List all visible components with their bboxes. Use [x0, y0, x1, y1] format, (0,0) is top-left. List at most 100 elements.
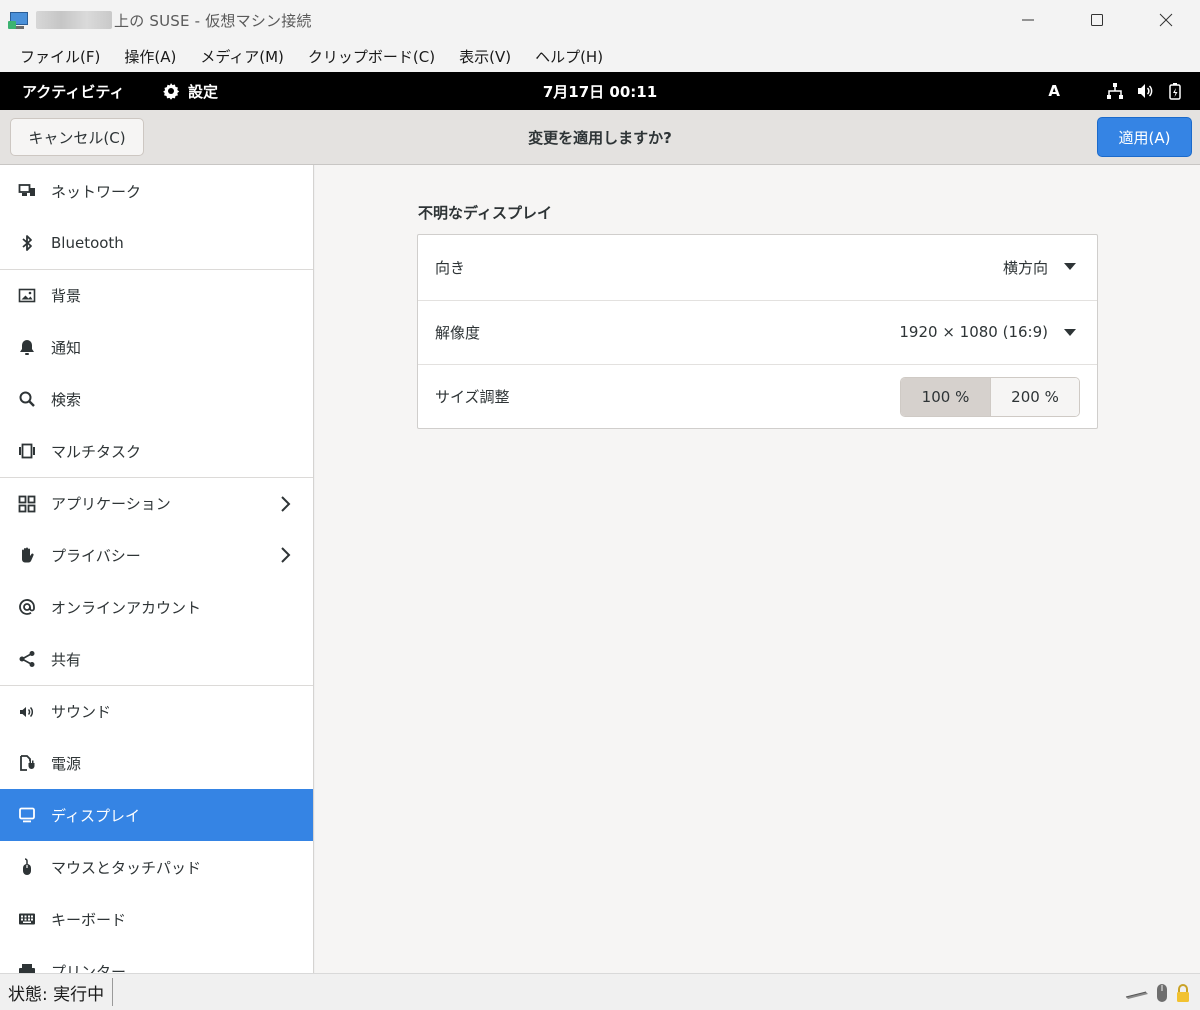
mouse-icon — [18, 858, 36, 876]
sidebar-item-label: ディスプレイ — [51, 806, 140, 825]
sidebar-item-label: プリンター — [51, 962, 127, 974]
sidebar-item-label: ネットワーク — [51, 182, 142, 201]
sidebar-item-applications[interactable]: アプリケーション — [0, 477, 313, 529]
orientation-value: 横方向 — [1002, 258, 1048, 277]
dropdown-arrow-icon — [1064, 328, 1076, 336]
menu-action[interactable]: 操作(A) — [112, 40, 188, 72]
monitor-name-heading: 不明なディスプレイ — [418, 204, 552, 222]
redacted-host-name — [36, 11, 112, 29]
sidebar-item-label: マルチタスク — [51, 442, 142, 461]
sidebar-item-online-accounts[interactable]: オンラインアカウント — [0, 581, 313, 633]
resolution-label: 解像度 — [435, 323, 481, 342]
scale-100-button[interactable]: 100 % — [901, 378, 990, 416]
vm-connection-app-icon — [8, 9, 30, 31]
sidebar-item-display[interactable]: ディスプレイ — [0, 789, 313, 841]
display-icon — [18, 806, 36, 824]
scale-row: サイズ調整 100 % 200 % — [418, 364, 1097, 429]
gnome-top-bar: アクティビティ 設定 7月17日 00:11 A — [0, 72, 1200, 110]
maximize-icon — [1090, 14, 1103, 26]
display-settings-page: 不明なディスプレイ 向き 横方向 解像度 1920 × 1080 (16:9) … — [315, 165, 1200, 973]
settings-sidebar: ネットワーク Bluetooth 背景 通知 検索 マルチタスク アプリケーショ… — [0, 165, 314, 973]
activities-button[interactable]: アクティビティ — [0, 81, 150, 102]
dropdown-arrow-icon — [1064, 263, 1076, 270]
vm-status-bar: 状態: 実行中 — [0, 973, 1200, 1010]
menu-file[interactable]: ファイル(F) — [8, 40, 112, 72]
scale-toggle-group: 100 % 200 % — [900, 377, 1080, 417]
printer-icon — [18, 962, 36, 973]
window-title: 上の SUSE - 仮想マシン接続 — [114, 11, 312, 30]
sidebar-item-label: 背景 — [51, 287, 82, 305]
battery-icon — [1169, 83, 1181, 100]
sidebar-item-notifications[interactable]: 通知 — [0, 321, 313, 373]
status-icons — [1120, 982, 1192, 1004]
sidebar-item-multitasking[interactable]: マルチタスク — [0, 425, 313, 477]
multitask-icon — [18, 442, 36, 460]
background-icon — [18, 287, 36, 305]
headerbar-title: 変更を適用しますか? — [528, 128, 672, 147]
window-controls — [993, 0, 1200, 40]
resolution-row[interactable]: 解像度 1920 × 1080 (16:9) — [418, 299, 1097, 365]
scale-200-button[interactable]: 200 % — [990, 378, 1079, 416]
cancel-button[interactable]: キャンセル(C) — [10, 118, 144, 156]
bluetooth-icon — [18, 234, 36, 252]
apps-grid-icon — [18, 495, 36, 513]
sidebar-item-search[interactable]: 検索 — [0, 373, 313, 425]
apply-button[interactable]: 適用(A) — [1097, 117, 1192, 157]
sidebar-item-mouse-touchpad[interactable]: マウスとタッチパッド — [0, 841, 313, 893]
app-menu-label: 設定 — [188, 82, 219, 101]
menu-media[interactable]: メディア(M) — [188, 40, 296, 72]
volume-icon — [1138, 84, 1153, 98]
window-titlebar: 上の SUSE - 仮想マシン接続 — [0, 0, 1200, 40]
sidebar-item-background[interactable]: 背景 — [0, 269, 313, 321]
share-icon — [18, 650, 36, 668]
sidebar-item-label: プライバシー — [51, 546, 141, 565]
menu-clipboard[interactable]: クリップボード(C) — [296, 40, 447, 72]
keyboard-icon — [18, 910, 36, 928]
at-icon — [18, 598, 36, 616]
network-icon — [18, 182, 36, 200]
sidebar-item-printers[interactable]: プリンター — [0, 945, 313, 973]
sidebar-item-label: 検索 — [51, 390, 82, 409]
close-button[interactable] — [1131, 0, 1200, 40]
input-method-indicator[interactable]: A — [1048, 82, 1060, 100]
settings-headerbar: キャンセル(C) 変更を適用しますか? 適用(A) — [0, 110, 1200, 165]
bell-icon — [18, 338, 36, 356]
power-plug-icon — [18, 754, 36, 772]
sidebar-item-label: サウンド — [51, 703, 112, 721]
sidebar-item-label: オンラインアカウント — [51, 598, 202, 617]
sidebar-item-network[interactable]: ネットワーク — [0, 165, 313, 217]
search-icon — [18, 390, 36, 408]
maximize-button[interactable] — [1062, 0, 1131, 40]
sidebar-item-label: 共有 — [51, 650, 82, 669]
close-icon — [1159, 13, 1172, 27]
sidebar-item-keyboard[interactable]: キーボード — [0, 893, 313, 945]
sidebar-item-sound[interactable]: サウンド — [0, 685, 313, 737]
sidebar-item-sharing[interactable]: 共有 — [0, 633, 313, 685]
minimize-button[interactable] — [993, 0, 1062, 40]
sidebar-item-label: アプリケーション — [51, 495, 171, 513]
sidebar-item-label: キーボード — [51, 910, 127, 929]
lock-icon — [1177, 984, 1189, 1002]
sidebar-item-label: 通知 — [51, 338, 82, 357]
menu-help[interactable]: ヘルプ(H) — [523, 40, 615, 72]
keyboard-status-icon — [1125, 991, 1148, 999]
orientation-row[interactable]: 向き 横方向 — [418, 235, 1097, 300]
hand-icon — [18, 546, 36, 564]
gear-icon — [163, 83, 180, 100]
sidebar-item-label: Bluetooth — [51, 234, 124, 252]
speaker-icon — [18, 703, 36, 721]
app-menu-settings[interactable]: 設定 — [162, 81, 218, 102]
sidebar-item-power[interactable]: 電源 — [0, 737, 313, 789]
sidebar-item-label: マウスとタッチパッド — [51, 858, 202, 877]
scale-label: サイズ調整 — [435, 388, 510, 407]
sidebar-item-privacy[interactable]: プライバシー — [0, 529, 313, 581]
sidebar-item-bluetooth[interactable]: Bluetooth — [0, 217, 313, 269]
system-tray[interactable]: A — [1048, 72, 1184, 110]
resolution-value: 1920 × 1080 (16:9) — [899, 323, 1048, 342]
minimize-icon — [1021, 19, 1034, 21]
orientation-label: 向き — [435, 258, 466, 277]
menu-bar: ファイル(F) 操作(A) メディア(M) クリップボード(C) 表示(V) ヘ… — [0, 40, 1200, 72]
wired-network-icon — [1107, 83, 1123, 99]
mouse-status-icon — [1157, 984, 1167, 1002]
menu-view[interactable]: 表示(V) — [447, 40, 523, 72]
